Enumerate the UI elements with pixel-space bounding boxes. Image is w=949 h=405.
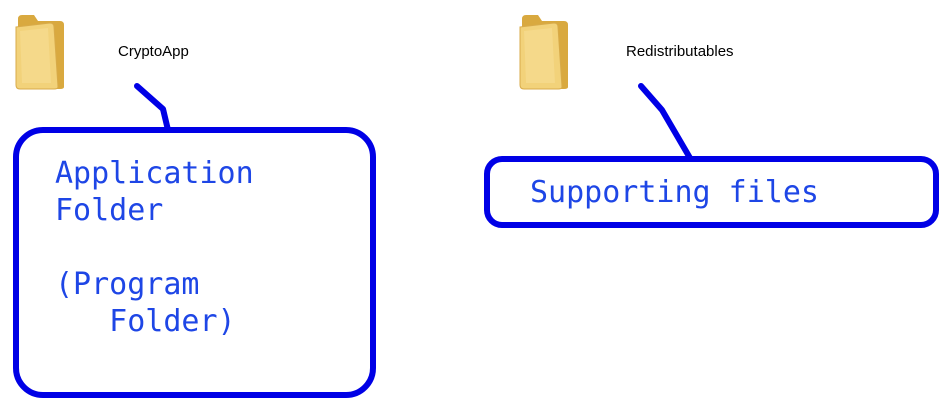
redistributables-connector [638,83,693,161]
folder-icon[interactable] [14,13,66,91]
callout-text-line [55,229,370,266]
callout-text-line: Application [55,156,254,191]
application-folder-callout: Application Folder (Program Folder) [13,127,376,398]
folder-label-redistributables[interactable]: Redistributables [626,43,734,60]
callout-text: Supporting files [530,175,819,210]
folder-label-cryptoapp[interactable]: CryptoApp [118,43,189,60]
callout-text-line: Folder [55,193,164,228]
supporting-files-callout: Supporting files [484,156,939,228]
folder-icon[interactable] [518,13,570,91]
crypto-connector [134,83,171,133]
callout-text-line: (Program [55,267,200,302]
callout-text-line: Folder) [55,304,236,339]
